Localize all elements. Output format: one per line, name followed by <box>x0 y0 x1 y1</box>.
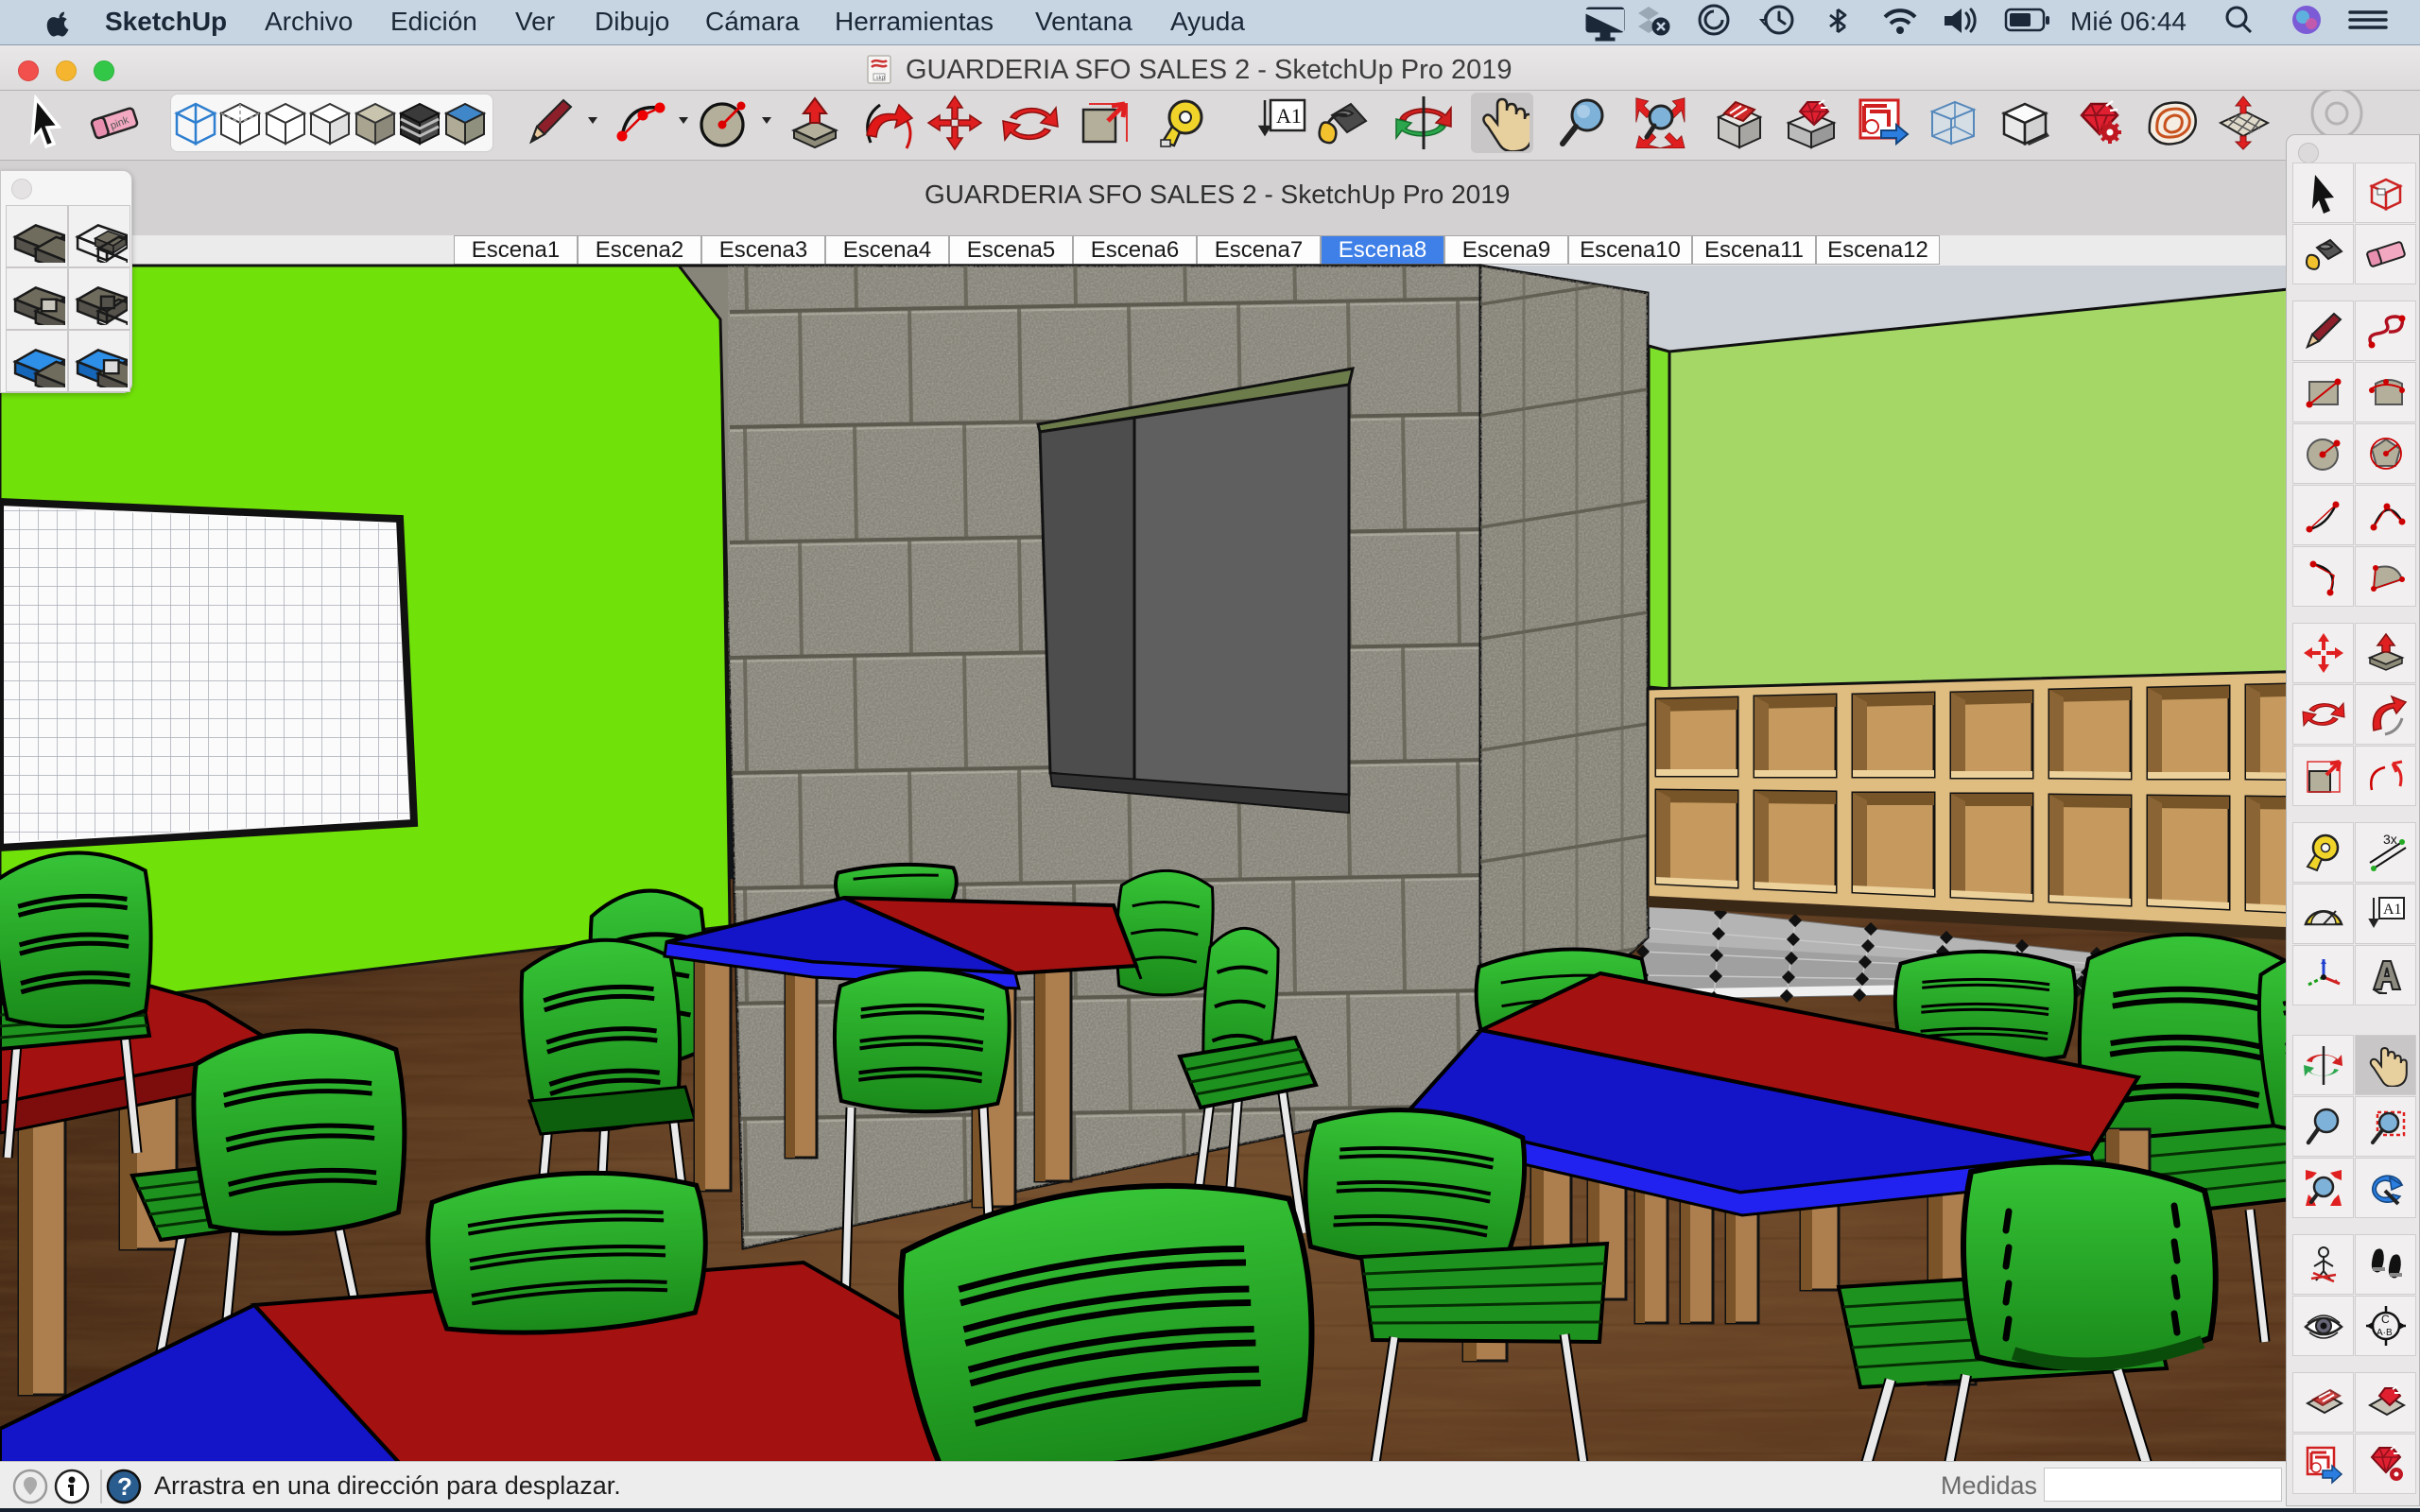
svg-text:A1: A1 <box>2383 902 2402 918</box>
svg-text:.skp: .skp <box>874 76 886 81</box>
svg-text:?: ? <box>117 1472 132 1501</box>
svg-text:C: C <box>2381 1313 2390 1326</box>
svg-text:3x: 3x <box>2383 832 2397 847</box>
svg-text:A1: A1 <box>1276 104 1302 128</box>
svg-text:A·B: A·B <box>2377 1328 2393 1338</box>
